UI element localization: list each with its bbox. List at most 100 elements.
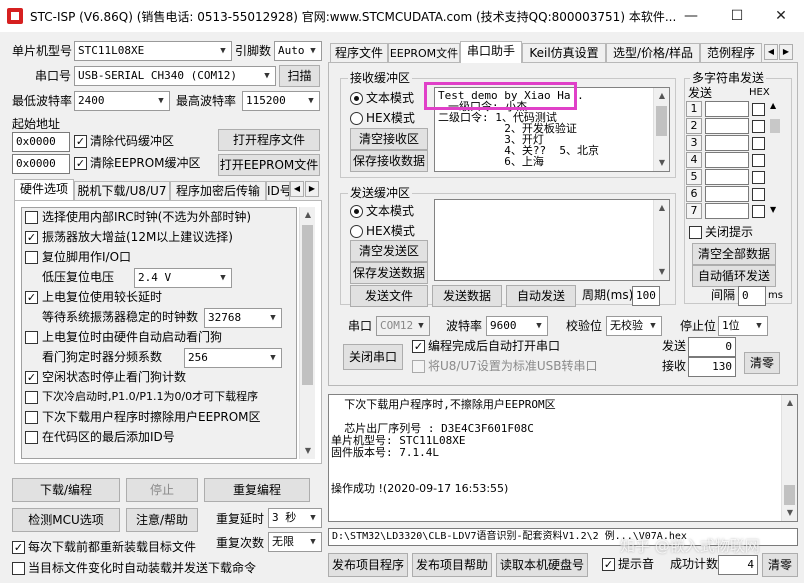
open-program-file-button[interactable]: 打开程序文件 <box>218 129 320 151</box>
publish-help-button[interactable]: 发布项目帮助 <box>412 553 492 577</box>
close-port-button[interactable]: 关闭串口 <box>343 344 403 370</box>
code-address-input[interactable]: 0x0000 <box>12 132 70 152</box>
tab-hardware-options[interactable]: 硬件选项 <box>14 179 74 201</box>
scroll-down-icon[interactable]: ▼ <box>654 264 669 280</box>
opt-long-delay-checkbox[interactable]: ✓ <box>25 291 38 304</box>
send-scrollbar[interactable]: ▲ ▼ <box>653 200 669 280</box>
string-input-6[interactable] <box>705 186 749 202</box>
serial-select[interactable]: COM12 ▼ <box>376 316 430 336</box>
auto-send-button[interactable]: 自动发送 <box>506 285 576 307</box>
log-textarea[interactable]: 下次下载用户程序时,不擦除用户EEPROM区 芯片出厂序列号 : D3E4C3F… <box>328 394 798 522</box>
tx-text-mode-radio[interactable] <box>350 205 363 218</box>
tab-scroll-left-icon[interactable]: ◀ <box>290 181 304 197</box>
mcu-type-select[interactable]: STC11L08XE ▼ <box>74 41 232 61</box>
beep-checkbox[interactable]: ✓ <box>602 558 615 571</box>
opt-idle-wdt-checkbox[interactable]: ✓ <box>25 371 38 384</box>
download-program-button[interactable]: 下载/编程 <box>12 478 120 502</box>
string-input-1[interactable] <box>705 101 749 117</box>
tab-id[interactable]: ID号 <box>266 181 290 201</box>
reload-file-checkbox[interactable]: ✓ <box>12 541 25 554</box>
opt-wdt-auto-checkbox[interactable] <box>25 331 38 344</box>
save-receive-button[interactable]: 保存接收数据 <box>350 150 428 172</box>
tab-scroll-right-icon[interactable]: ▶ <box>305 181 319 197</box>
max-baud-select[interactable]: 115200 ▼ <box>242 91 320 111</box>
right-tab-scroll-left-icon[interactable]: ◀ <box>764 44 778 60</box>
scroll-down-icon[interactable]: ▼ <box>654 155 669 171</box>
parity-select[interactable]: 无校验 ▼ <box>606 316 662 336</box>
log-scrollbar[interactable]: ▲ ▼ <box>781 395 797 521</box>
opt-add-id-checkbox[interactable] <box>25 431 38 444</box>
maximize-button[interactable]: ☐ <box>714 0 760 32</box>
close-button[interactable]: ✕ <box>758 0 804 32</box>
read-disk-id-button[interactable]: 读取本机硬盘号 <box>496 553 588 577</box>
open-eeprom-file-button[interactable]: 打开EEPROM文件 <box>218 154 320 176</box>
hex-checkbox-5[interactable] <box>752 171 765 184</box>
clear-code-checkbox[interactable]: ✓ <box>74 135 87 148</box>
tab-selection-price[interactable]: 选型/价格/样品 <box>606 43 700 63</box>
repeat-delay-select[interactable]: 3 秒 ▼ <box>268 508 322 528</box>
rx-text-mode-radio[interactable] <box>350 92 363 105</box>
rx-hex-mode-radio[interactable] <box>350 112 363 125</box>
scroll-up-icon[interactable]: ▲ <box>782 395 797 411</box>
auto-open-port-checkbox[interactable]: ✓ <box>412 340 425 353</box>
repeat-count-select[interactable]: 无限 ▼ <box>268 532 322 552</box>
clear-success-button[interactable]: 清零 <box>762 553 798 577</box>
string-input-7[interactable] <box>705 203 749 219</box>
hex-checkbox-3[interactable] <box>752 137 765 150</box>
clear-receive-button[interactable]: 清空接收区 <box>350 128 428 150</box>
clear-send-button[interactable]: 清空发送区 <box>350 240 428 262</box>
scroll-down-icon[interactable]: ▼ <box>782 505 797 521</box>
string-input-4[interactable] <box>705 152 749 168</box>
scroll-up-icon[interactable]: ▲ <box>654 88 669 104</box>
tab-program-file[interactable]: 程序文件 <box>330 43 388 63</box>
send-data-button[interactable]: 发送数据 <box>432 285 502 307</box>
multi-string-scrollbar[interactable]: ▲ ▼ <box>768 101 782 219</box>
pins-select[interactable]: Auto ▼ <box>274 41 322 61</box>
interval-input[interactable]: 0 <box>738 286 766 306</box>
tab-eeprom-file[interactable]: EEPROM文件 <box>388 43 460 63</box>
right-tab-scroll-right-icon[interactable]: ▶ <box>779 44 793 60</box>
options-scrollbar[interactable]: ▲ ▼ <box>299 207 315 459</box>
repeat-program-button[interactable]: 重复编程 <box>204 478 310 502</box>
hex-checkbox-1[interactable] <box>752 103 765 116</box>
clear-eeprom-checkbox[interactable]: ✓ <box>74 157 87 170</box>
send-textarea[interactable]: ▲ ▼ <box>434 199 670 281</box>
opt-internal-irc-checkbox[interactable] <box>25 211 38 224</box>
scroll-up-icon[interactable]: ▲ <box>770 101 776 110</box>
eeprom-address-input[interactable]: 0x0000 <box>12 154 70 174</box>
send-file-button[interactable]: 发送文件 <box>350 285 428 307</box>
opt-erase-eeprom-checkbox[interactable] <box>25 411 38 424</box>
stop-button[interactable]: 停止 <box>126 478 198 502</box>
detect-mcu-button[interactable]: 检测MCU选项 <box>12 508 120 532</box>
scroll-up-icon[interactable]: ▲ <box>300 207 316 223</box>
clear-count-button[interactable]: 清零 <box>744 352 780 374</box>
scroll-thumb[interactable] <box>656 106 667 136</box>
tab-serial-assistant[interactable]: 串口助手 <box>460 41 522 63</box>
opt-osc-gain-checkbox[interactable]: ✓ <box>25 231 38 244</box>
scroll-thumb[interactable] <box>784 485 795 505</box>
tab-offline-download[interactable]: 脱机下载/U8/U7 <box>74 181 170 201</box>
auto-load-checkbox[interactable] <box>12 562 25 575</box>
hex-checkbox-7[interactable] <box>752 205 765 218</box>
stop-bits-select[interactable]: 1位 ▼ <box>718 316 768 336</box>
auto-loop-send-button[interactable]: 自动循环发送 <box>692 265 776 287</box>
serial-port-select[interactable]: USB-SERIAL CH340 (COM12) ▼ <box>74 66 276 86</box>
tab-encrypted-transfer[interactable]: 程序加密后传输 <box>170 181 266 201</box>
baud-rate-select[interactable]: 9600 ▼ <box>486 316 548 336</box>
min-baud-select[interactable]: 2400 ▼ <box>74 91 170 111</box>
scan-button[interactable]: 扫描 <box>279 65 320 87</box>
scroll-thumb[interactable] <box>770 119 780 133</box>
save-send-button[interactable]: 保存发送数据 <box>350 262 428 284</box>
wdt-divider-select[interactable]: 256 ▼ <box>184 348 282 368</box>
period-input[interactable]: 100 <box>632 286 660 306</box>
publish-program-button[interactable]: 发布项目程序 <box>328 553 408 577</box>
close-prompt-checkbox[interactable] <box>689 226 702 239</box>
scroll-down-icon[interactable]: ▼ <box>770 205 776 214</box>
hex-checkbox-4[interactable] <box>752 154 765 167</box>
scroll-down-icon[interactable]: ▼ <box>300 443 316 459</box>
string-input-5[interactable] <box>705 169 749 185</box>
string-input-3[interactable] <box>705 135 749 151</box>
help-button[interactable]: 注意/帮助 <box>126 508 198 532</box>
opt-reset-io-checkbox[interactable] <box>25 251 38 264</box>
minimize-button[interactable]: — <box>668 0 714 32</box>
